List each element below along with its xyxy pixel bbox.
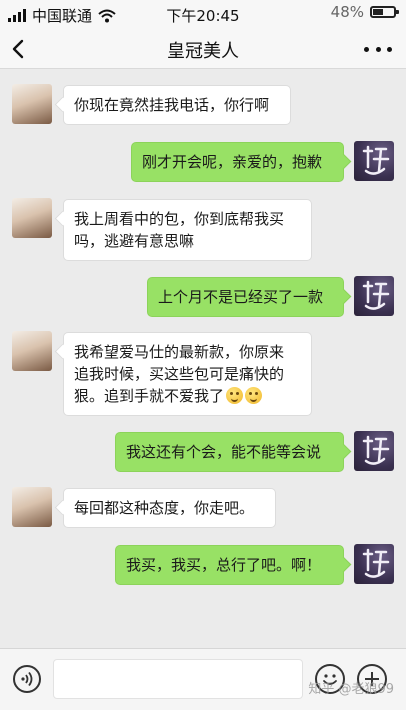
avatar-calligraphy-icon xyxy=(362,435,390,465)
avatar-calligraphy-icon xyxy=(362,280,390,310)
message-line: 吗，逃避有意思嘛 xyxy=(74,232,195,250)
chat-area[interactable]: 你现在竟然挂我电话，你行啊 刚才开会呢，亲爱的，抱歉 我上周看中的包，你到底帮我… xyxy=(0,69,406,648)
message-row: 每回都这种态度，你走吧。 xyxy=(0,487,406,531)
message-row: 我希望爱马仕的最新款，你原来 追我时候，买这些包可是痛快的 狠。追到手就不爱我了 xyxy=(0,331,406,417)
message-input[interactable] xyxy=(53,659,303,699)
message-bubble[interactable]: 每回都这种态度，你走吧。 xyxy=(63,488,276,528)
message-bubble[interactable]: 我希望爱马仕的最新款，你原来 追我时候，买这些包可是痛快的 狠。追到手就不爱我了 xyxy=(63,332,312,416)
message-row: 我买，我买，总行了吧。啊！ xyxy=(0,544,406,588)
message-text: 每回都这种态度，你走吧。 xyxy=(74,499,255,517)
message-line-with-emoji: 狠。追到手就不爱我了 xyxy=(74,385,301,407)
more-dot xyxy=(375,46,381,52)
message-bubble[interactable]: 我这还有个会，能不能等会说 xyxy=(115,432,344,472)
contact-avatar[interactable] xyxy=(12,331,52,371)
message-bubble[interactable]: 你现在竟然挂我电话，你行啊 xyxy=(63,85,291,125)
message-bubble[interactable]: 我买，我买，总行了吧。啊！ xyxy=(115,545,344,585)
message-text: 上个月不是已经买了一款 xyxy=(158,288,324,306)
battery-icon xyxy=(370,6,399,18)
user-avatar[interactable] xyxy=(354,431,394,471)
smile-emoji-icon xyxy=(226,387,244,404)
message-bubble[interactable]: 上个月不是已经买了一款 xyxy=(147,277,344,317)
more-dot xyxy=(387,46,392,52)
more-button[interactable] xyxy=(364,38,392,60)
contact-avatar[interactable] xyxy=(12,198,52,238)
message-line: 我上周看中的包，你到底帮我买 xyxy=(74,210,285,228)
back-button[interactable] xyxy=(6,34,36,64)
smile-emoji-icon xyxy=(245,387,263,404)
watermark-text: 知乎 @老狼99 xyxy=(308,682,394,697)
voice-icon xyxy=(21,671,33,687)
message-line: 追我时候，买这些包可是痛快的 xyxy=(74,365,285,383)
status-bar: 中国联通 下午20:45 48% xyxy=(0,0,406,30)
message-row: 你现在竟然挂我电话，你行啊 xyxy=(0,84,406,128)
avatar-calligraphy-icon xyxy=(362,145,390,175)
voice-button[interactable] xyxy=(13,665,41,693)
nav-bar: 皇冠美人 xyxy=(0,30,406,69)
status-right: 48% xyxy=(330,3,399,21)
more-dots-icon xyxy=(364,46,369,52)
user-avatar[interactable] xyxy=(354,544,394,584)
message-row: 刚才开会呢，亲爱的，抱歉 xyxy=(0,141,406,185)
contact-avatar[interactable] xyxy=(12,84,52,124)
message-line: 我希望爱马仕的最新款，你原来 xyxy=(74,343,285,361)
message-bubble[interactable]: 刚才开会呢，亲爱的，抱歉 xyxy=(131,142,344,182)
message-row: 我这还有个会，能不能等会说 xyxy=(0,431,406,475)
chevron-left-icon xyxy=(12,39,24,59)
battery-percent: 48% xyxy=(330,3,364,21)
chat-title: 皇冠美人 xyxy=(167,41,239,62)
battery-fill xyxy=(373,9,383,15)
message-text: 我这还有个会，能不能等会说 xyxy=(126,443,322,461)
message-text: 你现在竟然挂我电话，你行啊 xyxy=(74,96,270,114)
avatar-calligraphy-icon xyxy=(362,548,390,578)
message-row: 我上周看中的包，你到底帮我买 吗，逃避有意思嘛 xyxy=(0,198,406,262)
user-avatar[interactable] xyxy=(354,276,394,316)
message-line: 狠。追到手就不爱我了 xyxy=(74,387,225,405)
user-avatar[interactable] xyxy=(354,141,394,181)
message-text: 刚才开会呢，亲爱的，抱歉 xyxy=(142,153,323,171)
message-text: 我买，我买，总行了吧。啊！ xyxy=(126,556,322,574)
message-row: 上个月不是已经买了一款 xyxy=(0,276,406,320)
message-bubble[interactable]: 我上周看中的包，你到底帮我买 吗，逃避有意思嘛 xyxy=(63,199,312,261)
contact-avatar[interactable] xyxy=(12,487,52,527)
